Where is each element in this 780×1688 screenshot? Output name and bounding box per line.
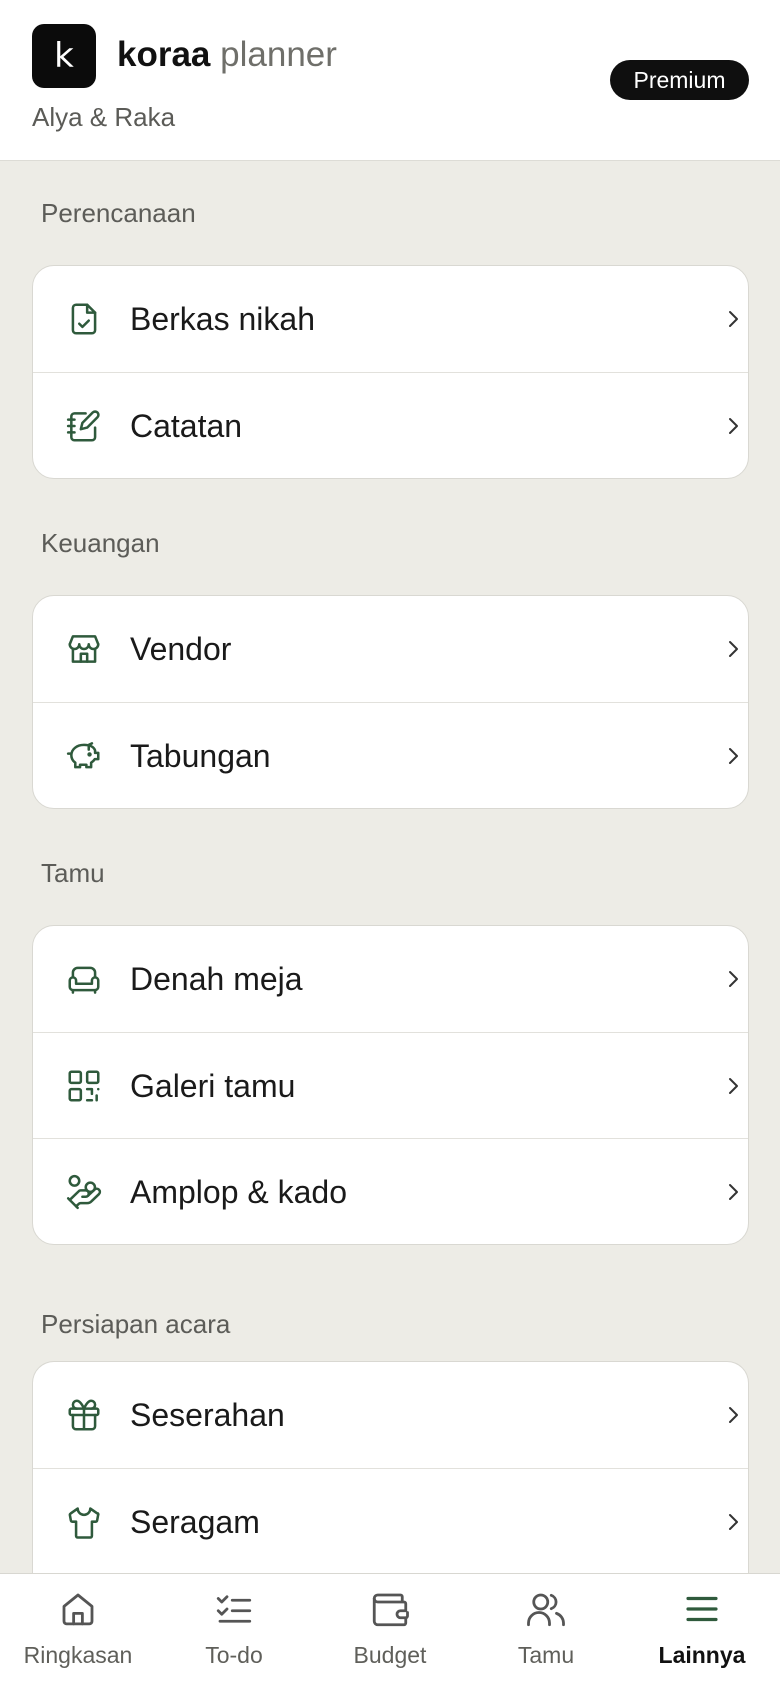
home-icon	[57, 1588, 99, 1630]
section-title-keuangan: Keuangan	[41, 528, 160, 558]
app-brand: koraa planner	[117, 34, 337, 76]
tab-lainnya[interactable]: Lainnya	[624, 1574, 780, 1688]
wallet-icon	[369, 1588, 411, 1630]
menu-item-seragam[interactable]: Seragam	[33, 1468, 748, 1574]
tab-label: To-do	[205, 1642, 263, 1668]
menu-item-label: Berkas nikah	[130, 301, 315, 337]
card-persiapan-acara: Seserahan Seragam	[32, 1361, 749, 1591]
chevron-right-icon	[721, 637, 745, 661]
menu-item-label: Seserahan	[130, 1397, 285, 1433]
section-title-perencanaan: Perencanaan	[41, 198, 196, 228]
tab-tamu[interactable]: Tamu	[468, 1574, 624, 1688]
couple-names: Alya & Raka	[32, 102, 176, 132]
menu-item-label: Seragam	[130, 1504, 260, 1540]
menu-icon	[681, 1588, 723, 1630]
sofa-icon	[65, 960, 103, 998]
card-tamu: Denah meja Galeri tamu Amplop & kado	[32, 925, 749, 1245]
tab-label: Budget	[353, 1642, 427, 1668]
menu-item-label: Vendor	[130, 631, 232, 667]
premium-badge[interactable]: Premium	[610, 60, 749, 100]
tab-ringkasan[interactable]: Ringkasan	[0, 1574, 156, 1688]
brand-name-light: planner	[220, 35, 337, 74]
tab-label: Lainnya	[658, 1642, 746, 1668]
store-icon	[65, 630, 103, 668]
shirt-icon	[65, 1503, 103, 1541]
tab-label: Tamu	[517, 1642, 575, 1668]
chevron-right-icon	[721, 307, 745, 331]
bottom-tab-bar: Ringkasan To-do Budget Tamu Lainnya	[0, 1573, 780, 1688]
gift-icon	[65, 1396, 103, 1434]
menu-item-tabungan[interactable]: Tabungan	[33, 702, 748, 808]
app-header: k koraa planner Alya & Raka Premium	[0, 0, 780, 161]
section-title-persiapan-acara: Persiapan acara	[41, 1309, 231, 1339]
menu-item-galeri-tamu[interactable]: Galeri tamu	[33, 1032, 748, 1138]
card-keuangan: Vendor Tabungan	[32, 595, 749, 809]
menu-item-label: Denah meja	[130, 961, 303, 997]
chevron-right-icon	[721, 744, 745, 768]
checklist-icon	[213, 1588, 255, 1630]
chevron-right-icon	[721, 414, 745, 438]
tab-to-do[interactable]: To-do	[156, 1574, 312, 1688]
menu-item-label: Galeri tamu	[130, 1068, 296, 1104]
menu-item-label: Tabungan	[130, 738, 271, 774]
users-icon	[525, 1588, 567, 1630]
menu-item-seserahan[interactable]: Seserahan	[33, 1362, 748, 1468]
menu-item-amplop-kado[interactable]: Amplop & kado	[33, 1138, 748, 1244]
piggy-bank-icon	[65, 737, 103, 775]
tab-label: Ringkasan	[23, 1642, 133, 1668]
chevron-right-icon	[721, 967, 745, 991]
menu-item-catatan[interactable]: Catatan	[33, 372, 748, 478]
chevron-right-icon	[721, 1074, 745, 1098]
menu-item-denah-meja[interactable]: Denah meja	[33, 926, 748, 1032]
chevron-right-icon	[721, 1180, 745, 1204]
menu-item-label: Catatan	[130, 408, 243, 444]
brand-name-bold: koraa	[117, 35, 211, 74]
chevron-right-icon	[721, 1510, 745, 1534]
app-logo: k	[32, 24, 96, 88]
chevron-right-icon	[721, 1403, 745, 1427]
section-title-tamu: Tamu	[41, 858, 105, 888]
file-check-icon	[65, 300, 103, 338]
menu-item-label: Amplop & kado	[130, 1174, 348, 1210]
menu-item-berkas-nikah[interactable]: Berkas nikah	[33, 266, 748, 372]
tab-budget[interactable]: Budget	[312, 1574, 468, 1688]
hand-coins-icon	[65, 1173, 103, 1211]
card-perencanaan: Berkas nikah Catatan	[32, 265, 749, 479]
menu-item-vendor[interactable]: Vendor	[33, 596, 748, 702]
notebook-pen-icon	[65, 407, 103, 445]
qr-code-icon	[65, 1067, 103, 1105]
